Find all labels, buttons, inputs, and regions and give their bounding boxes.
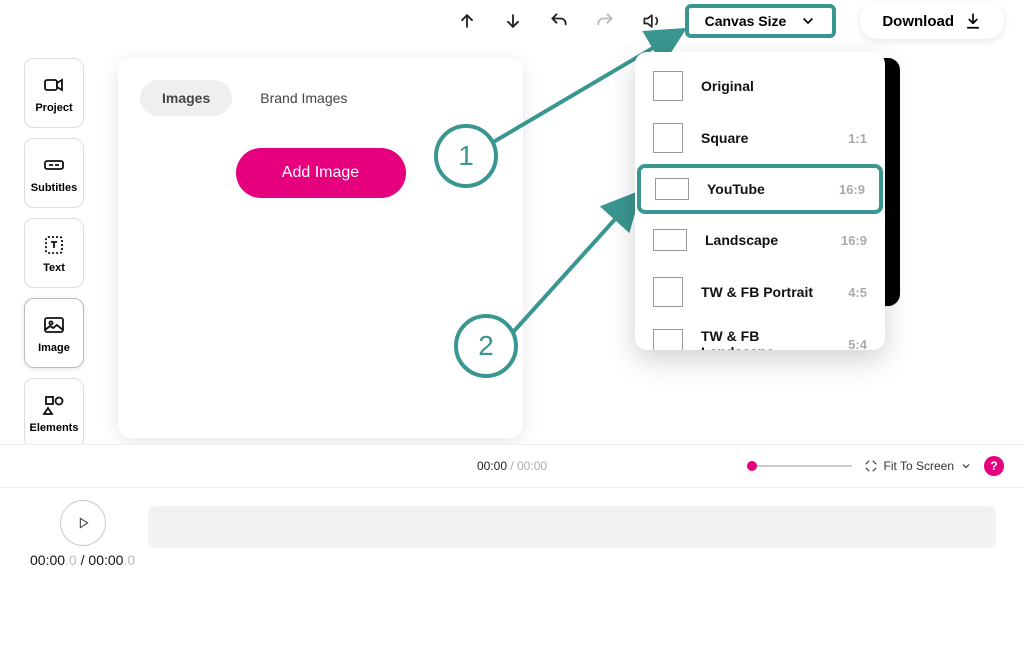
aspect-thumb-icon xyxy=(653,329,683,350)
option-ratio: 5:4 xyxy=(848,337,867,351)
canvas-size-option-tw-fb-portrait[interactable]: TW & FB Portrait 4:5 xyxy=(635,266,885,318)
fit-to-screen-button[interactable]: Fit To Screen xyxy=(864,459,972,473)
sidebar-item-label: Subtitles xyxy=(31,183,77,194)
sidebar-item-label: Image xyxy=(38,343,70,354)
playhead-time: 00:00 / 00:00 xyxy=(477,459,547,473)
status-bar: 00:00 / 00:00 Fit To Screen ? xyxy=(0,444,1024,488)
subtitles-icon xyxy=(42,153,66,177)
timeline-timestamp: 00:00.0 / 00:00.0 xyxy=(30,552,135,568)
aspect-thumb-icon xyxy=(653,123,683,153)
callout-badge-1: 1 xyxy=(434,124,498,188)
download-button[interactable]: Download xyxy=(860,3,1004,39)
option-ratio: 1:1 xyxy=(848,131,867,146)
sidebar-item-label: Elements xyxy=(30,423,79,434)
canvas-size-option-square[interactable]: Square 1:1 xyxy=(635,112,885,164)
download-label: Download xyxy=(882,13,954,30)
current-time: 00:00 xyxy=(477,459,507,473)
play-button[interactable] xyxy=(60,500,106,546)
canvas-size-dropdown: Original Square 1:1 YouTube 16:9 Landsca… xyxy=(635,52,885,350)
image-icon xyxy=(42,313,66,337)
sidebar-item-image[interactable]: Image xyxy=(24,298,84,368)
total-time: 00:00 xyxy=(517,459,547,473)
tab-brand-images[interactable]: Brand Images xyxy=(238,80,369,116)
sidebar-item-project[interactable]: Project xyxy=(24,58,84,128)
tl-current: 00:00 xyxy=(30,552,65,568)
option-label: Landscape xyxy=(705,232,823,248)
canvas-size-option-landscape[interactable]: Landscape 16:9 xyxy=(635,214,885,266)
add-image-button[interactable]: Add Image xyxy=(236,148,406,198)
help-button[interactable]: ? xyxy=(984,456,1004,476)
option-label: Square xyxy=(701,130,830,146)
zoom-slider[interactable] xyxy=(752,465,852,467)
option-label: YouTube xyxy=(707,181,821,197)
canvas-size-option-original[interactable]: Original xyxy=(635,60,885,112)
download-icon xyxy=(964,12,982,30)
tl-total: 00:00 xyxy=(88,552,123,568)
canvas-size-option-tw-fb-landscape[interactable]: TW & FB Landscape 5:4 xyxy=(635,318,885,350)
images-panel: Images Brand Images Add Image xyxy=(118,58,523,438)
option-ratio: 4:5 xyxy=(848,285,867,300)
arrow-down-icon[interactable] xyxy=(503,11,523,31)
option-label: Original xyxy=(701,78,849,94)
aspect-thumb-icon xyxy=(653,277,683,307)
option-ratio: 16:9 xyxy=(841,233,867,248)
tl-sep: / xyxy=(77,552,89,568)
tab-images[interactable]: Images xyxy=(140,80,232,116)
callout-badge-2: 2 xyxy=(454,314,518,378)
aspect-thumb-icon xyxy=(653,229,687,251)
option-label: TW & FB Portrait xyxy=(701,284,830,300)
canvas-size-option-youtube[interactable]: YouTube 16:9 xyxy=(637,164,883,214)
text-icon xyxy=(42,233,66,257)
tl-current-fract: .0 xyxy=(65,552,77,568)
sidebar-item-label: Project xyxy=(35,103,72,114)
aspect-thumb-icon xyxy=(655,178,689,200)
fit-screen-label: Fit To Screen xyxy=(884,459,954,473)
chevron-down-icon xyxy=(800,13,816,29)
undo-icon[interactable] xyxy=(549,11,569,31)
canvas-size-button[interactable]: Canvas Size xyxy=(685,4,837,38)
tl-total-fract: .0 xyxy=(123,552,135,568)
sidebar-item-elements[interactable]: Elements xyxy=(24,378,84,448)
tool-rail: Project Subtitles Text Image Elements xyxy=(24,58,86,502)
aspect-thumb-icon xyxy=(653,71,683,101)
sidebar-item-text[interactable]: Text xyxy=(24,218,84,288)
timeline-area: 00:00.0 / 00:00.0 xyxy=(0,488,1024,664)
arrow-up-icon[interactable] xyxy=(457,11,477,31)
option-ratio: 16:9 xyxy=(839,182,865,197)
fit-screen-icon xyxy=(864,459,878,473)
timeline-track[interactable] xyxy=(148,506,996,548)
chevron-down-icon xyxy=(960,460,972,472)
volume-icon[interactable] xyxy=(641,11,661,31)
redo-icon[interactable] xyxy=(595,11,615,31)
option-label: TW & FB Landscape xyxy=(701,328,830,350)
elements-icon xyxy=(42,393,66,417)
sidebar-item-label: Text xyxy=(43,263,65,274)
play-icon xyxy=(75,515,91,531)
canvas-size-label: Canvas Size xyxy=(705,13,787,29)
sidebar-item-subtitles[interactable]: Subtitles xyxy=(24,138,84,208)
camcorder-icon xyxy=(42,73,66,97)
